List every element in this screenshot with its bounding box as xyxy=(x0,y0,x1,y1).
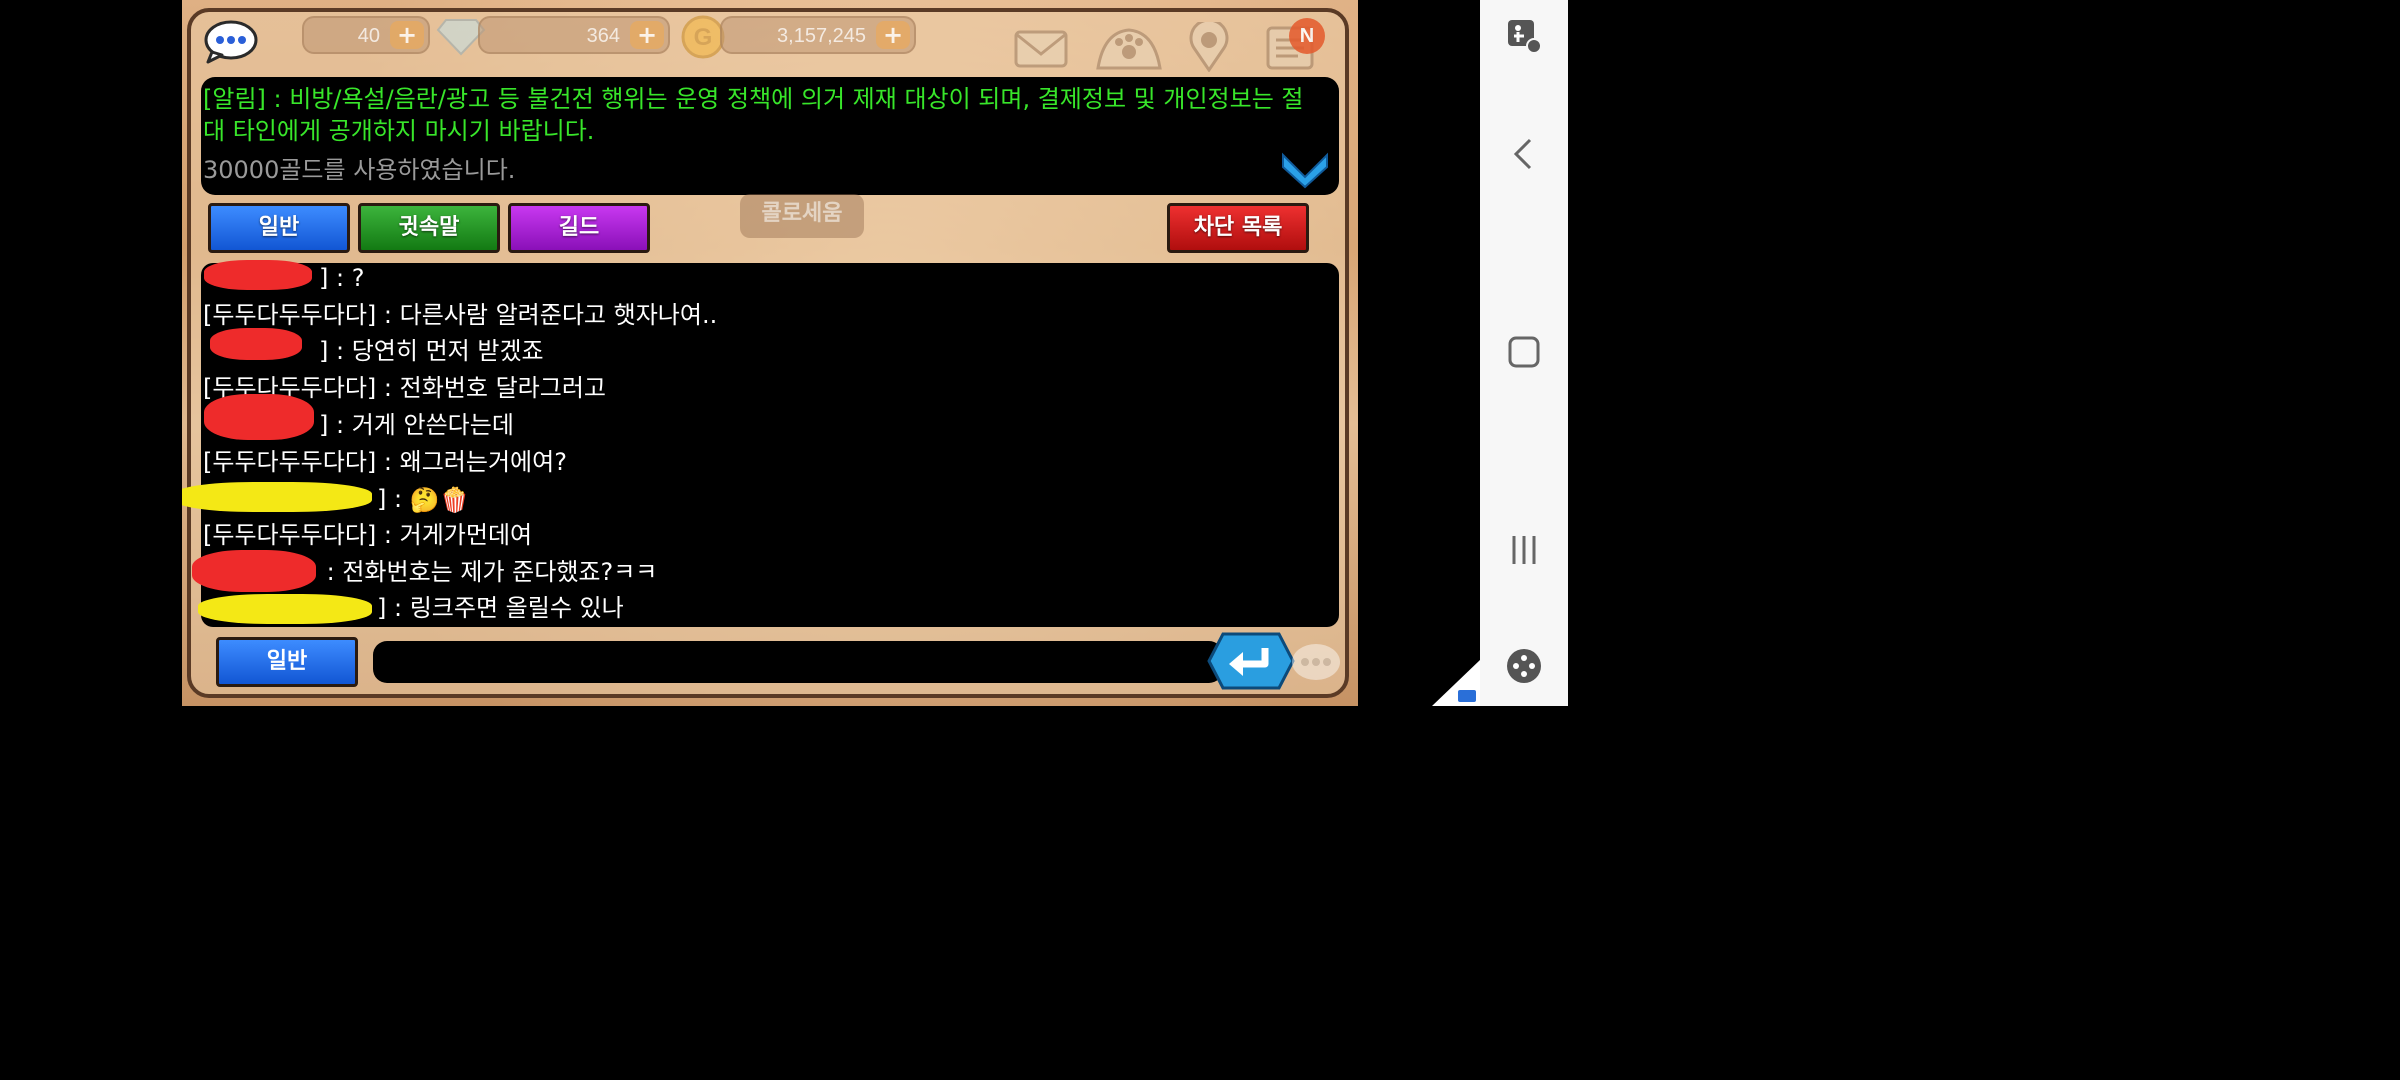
message-separator: ] : xyxy=(319,264,352,292)
chevron-down-icon[interactable] xyxy=(1279,147,1331,189)
message-separator: ] : xyxy=(319,337,352,365)
back-icon[interactable] xyxy=(1504,134,1544,174)
energy-plus-button[interactable]: + xyxy=(390,21,424,49)
system-navigation-bar xyxy=(1480,0,1568,706)
gem-plus-button[interactable]: + xyxy=(630,21,664,49)
redaction-mark xyxy=(204,394,314,440)
page-fold-icon xyxy=(1432,660,1480,706)
location-pin-icon[interactable] xyxy=(1184,22,1234,72)
tab-general[interactable]: 일반 xyxy=(208,203,350,253)
message-text: 전화번호는 제가 준다했죠?ㅋㅋ xyxy=(342,558,658,586)
redaction-mark xyxy=(204,260,312,290)
mail-icon[interactable] xyxy=(1012,22,1070,72)
message-text: 다른사람 알려준다고 햇자나여.. xyxy=(399,301,718,329)
system-notice: [알림] : 비방/욕설/음란/광고 등 불건전 행위는 운영 정책에 의거 제… xyxy=(203,85,1304,145)
chat-message: [두두다두두다다] : 거게가먼데여 xyxy=(203,517,532,553)
message-text: 당연히 먼저 받겠죠 xyxy=(351,337,544,365)
message-separator: : xyxy=(376,374,400,402)
gem-value: 364 xyxy=(586,25,620,47)
coliseum-sign: 콜로세움 xyxy=(740,194,864,238)
chat-log: ] : ? [두두다두두다다] : 다른사람 알려준다고 햇자나여.. ] : … xyxy=(201,263,1339,627)
sender-name: [두두다두두다다] xyxy=(203,521,377,549)
message-separator: ] : xyxy=(319,411,352,439)
redaction-mark xyxy=(210,328,302,360)
message-separator: ] : xyxy=(377,485,410,513)
recents-icon[interactable] xyxy=(1504,530,1544,570)
redaction-mark xyxy=(182,482,372,512)
chat-bubble-icon[interactable] xyxy=(204,20,258,64)
paw-icon[interactable] xyxy=(1094,22,1164,72)
notice-panel: [알림] : 비방/욕설/음란/광고 등 불건전 행위는 운영 정책에 의거 제… xyxy=(201,77,1339,195)
tab-guild[interactable]: 길드 xyxy=(508,203,650,253)
chat-input[interactable] xyxy=(373,641,1223,683)
message-text: 전화번호 달라그러고 xyxy=(399,374,606,402)
game-tools-icon[interactable] xyxy=(1504,646,1544,686)
chat-message: [두두다두두다다] : 다른사람 알려준다고 햇자나여.. xyxy=(203,297,717,333)
emoji-thinking-popcorn: 🤔🍿 xyxy=(409,486,470,514)
message-separator: : xyxy=(376,301,400,329)
gold-value: 3,157,245 xyxy=(777,25,866,47)
tab-whisper[interactable]: 귓속말 xyxy=(358,203,500,253)
enter-icon[interactable] xyxy=(1207,632,1295,690)
chat-bubble-icon xyxy=(1292,644,1340,680)
accessibility-icon[interactable] xyxy=(1504,16,1544,56)
redaction-mark xyxy=(192,550,316,592)
sender-name: [두두다두두다다] xyxy=(203,448,377,476)
sender-name: [두두다두두다다] xyxy=(203,301,377,329)
home-icon[interactable] xyxy=(1504,332,1544,372)
gold-plus-button[interactable]: + xyxy=(876,21,910,49)
block-list-button[interactable]: 차단 목록 xyxy=(1167,203,1309,253)
message-text: 링크주면 올릴수 있나 xyxy=(409,594,624,622)
channel-select-button[interactable]: 일반 xyxy=(216,637,358,687)
redaction-mark xyxy=(198,594,372,624)
chat-message: [두두다두두다다] : 왜그러는거에여? xyxy=(203,444,567,480)
gold-counter: 3,157,245 + xyxy=(720,16,916,54)
new-badge: N xyxy=(1289,18,1325,54)
svg-text:G: G xyxy=(694,24,713,51)
energy-value: 40 xyxy=(357,25,380,47)
gold-used-message: 30000골드를 사용하였습니다. xyxy=(203,156,516,184)
energy-counter: 40 + xyxy=(302,16,430,54)
gem-counter: 364 + xyxy=(478,16,670,54)
message-separator: : xyxy=(376,521,400,549)
game-screen: 40 + 364 + G 3,157,245 + N [알림] : 비방/욕설/… xyxy=(182,0,1358,706)
message-separator: : xyxy=(376,448,400,476)
message-separator: ] : xyxy=(377,594,410,622)
message-text: 왜그러는거에여? xyxy=(399,448,567,476)
message-text: ? xyxy=(351,264,365,292)
message-text: 거게 안쓴다는데 xyxy=(351,411,514,439)
message-separator: : xyxy=(319,558,343,586)
message-text: 거게가먼데여 xyxy=(399,521,533,549)
